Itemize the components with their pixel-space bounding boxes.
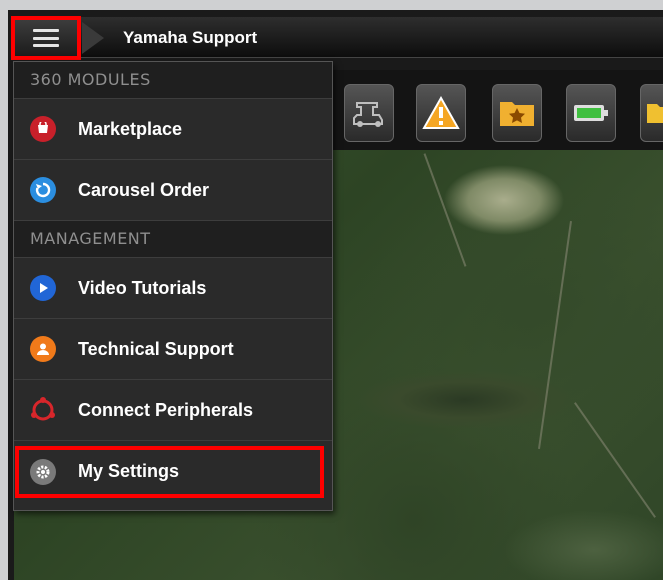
carousel-order-icon xyxy=(30,177,56,203)
folder-star-icon xyxy=(500,102,534,126)
menu-item-technical-support[interactable]: Technical Support xyxy=(14,319,332,380)
alerts-button[interactable] xyxy=(416,84,466,142)
menu-item-video-tutorials[interactable]: Video Tutorials xyxy=(14,258,332,319)
title-bar xyxy=(12,17,663,58)
menu-item-my-settings[interactable]: My Settings xyxy=(14,441,332,502)
support-person-icon xyxy=(30,336,56,362)
golf-cart-icon xyxy=(353,102,383,127)
marketplace-icon xyxy=(30,116,56,142)
section-management: MANAGEMENT xyxy=(14,221,332,258)
menu-item-label: Connect Peripherals xyxy=(78,399,254,420)
menu-item-marketplace[interactable]: Marketplace xyxy=(14,99,332,160)
main-menu-button[interactable] xyxy=(11,16,81,60)
peripherals-icon xyxy=(30,397,56,423)
play-icon xyxy=(30,275,56,301)
section-360-modules: 360 MODULES xyxy=(14,62,332,99)
app-title: Yamaha Support xyxy=(123,28,258,47)
menu-item-carousel-order[interactable]: Carousel Order xyxy=(14,160,332,221)
menu-item-label: Marketplace xyxy=(78,118,183,139)
hamburger-icon xyxy=(33,29,59,47)
menu-item-connect-peripherals[interactable]: Connect Peripherals xyxy=(14,380,332,441)
menu-item-label: Video Tutorials xyxy=(78,277,207,298)
gear-icon xyxy=(30,458,56,485)
favorites-folder-button[interactable] xyxy=(492,84,542,142)
menu-item-label: Technical Support xyxy=(78,338,234,359)
main-menu-dropdown: 360 MODULES Marketplace Carousel Order M… xyxy=(13,61,333,511)
folder-icon xyxy=(647,104,663,123)
golf-cart-button[interactable] xyxy=(344,84,394,142)
folder-button[interactable] xyxy=(640,84,663,142)
battery-icon xyxy=(574,105,608,121)
warning-icon xyxy=(422,96,460,129)
menu-item-label: Carousel Order xyxy=(78,179,210,200)
breadcrumb-arrow-icon xyxy=(82,22,104,54)
menu-item-label: My Settings xyxy=(78,461,180,481)
battery-button[interactable] xyxy=(566,84,616,142)
